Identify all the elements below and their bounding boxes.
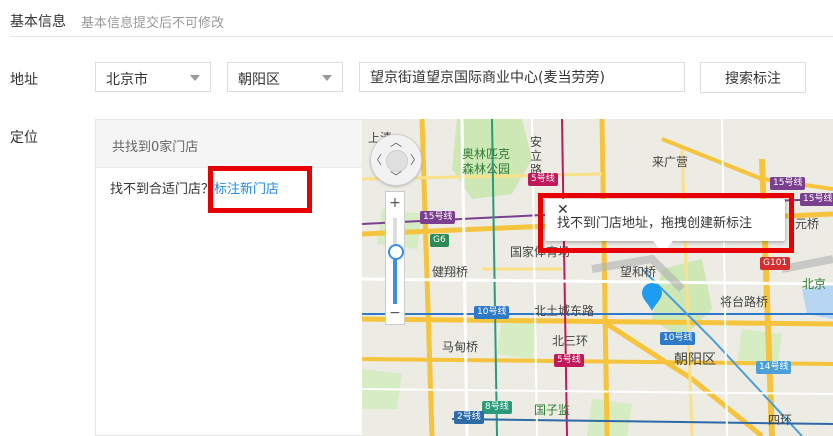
close-icon[interactable]: ✕ — [557, 202, 777, 218]
zoom-in-button[interactable]: + — [386, 196, 404, 210]
city-select[interactable]: 北京市 — [95, 62, 211, 92]
subway-line-badge: 8号线 — [482, 401, 512, 414]
subway-line-badge: 15号线 — [800, 193, 833, 206]
section-header: 基本信息 基本信息提交后不可修改 — [10, 0, 833, 37]
map-place-label: 将台路桥 — [720, 295, 769, 309]
add-new-store-link[interactable]: 标注新门店 — [214, 182, 279, 197]
subway-line-badge: 10号线 — [660, 332, 696, 345]
map-place-label: 国家体育场 — [510, 245, 571, 259]
map-place-label: 森林公园 — [462, 162, 511, 176]
subway-line-badge: 14号线 — [756, 361, 792, 374]
section-subtitle: 基本信息提交后不可修改 — [81, 16, 225, 31]
map-place-label: 四环 — [768, 413, 793, 427]
pan-right-icon[interactable]: 〉 — [410, 154, 422, 166]
section-title: 基本信息 — [10, 14, 66, 30]
district-select-value: 朝阳区 — [238, 72, 280, 88]
address-label: 地址 — [10, 72, 38, 88]
map-place-label: 北土城东路 — [534, 304, 595, 318]
subway-line-badge: 5号线 — [528, 173, 558, 186]
subway-line-badge: 15号线 — [420, 211, 456, 224]
district-select[interactable]: 朝阳区 — [227, 62, 343, 92]
map-view[interactable]: 奥林匹克 森林公园 安 立 路 上清 来广营 国家体育场 健翔桥 望和桥 北京 … — [362, 119, 833, 436]
location-pin-icon[interactable] — [640, 283, 664, 313]
store-results-panel: 共找到0家门店 找不到合适门店？标注新门店 — [95, 119, 362, 436]
search-mark-button[interactable]: 搜索标注 — [700, 62, 806, 93]
results-header: 共找到0家门店 — [96, 120, 362, 168]
subway-line-badge: 10号线 — [474, 306, 510, 319]
pan-left-icon[interactable]: 〈 — [370, 154, 382, 166]
map-place-label: 北三环 — [552, 334, 589, 348]
city-select-value: 北京市 — [106, 72, 148, 88]
locate-label: 定位 — [10, 130, 38, 146]
map-place-label: 来广营 — [652, 155, 689, 169]
results-count-text: 共找到0家门店 — [112, 140, 199, 155]
subway-line-badge: 2号线 — [454, 411, 484, 424]
pan-down-icon[interactable]: ﹀ — [390, 171, 402, 183]
map-district-label: 朝阳区 — [674, 352, 716, 368]
map-zoom-control: + − — [385, 191, 405, 325]
subway-line-badge: 5号线 — [554, 354, 584, 367]
chevron-down-icon — [190, 75, 200, 81]
tooltip-tail — [653, 241, 673, 253]
chevron-down-icon — [322, 75, 332, 81]
not-found-text: 找不到合适门店？ — [110, 182, 215, 197]
zoom-slider-handle[interactable] — [388, 244, 404, 260]
map-place-label: 北京 — [802, 277, 827, 291]
map-place-label: 马甸桥 — [442, 340, 479, 354]
map-place-label: 元桥 — [795, 217, 820, 231]
pan-up-icon[interactable]: ︿ — [390, 136, 402, 148]
map-tooltip: 找不到门店地址，拖拽创建新标注 ✕ — [545, 199, 785, 253]
not-found-hint: 找不到合适门店？标注新门店 — [110, 178, 279, 197]
map-pan-control[interactable]: ︿ ﹀ 〈 〉 — [370, 134, 422, 186]
map-place-label: 国子监 — [534, 403, 571, 417]
street-address-input[interactable] — [359, 62, 685, 92]
pan-center — [386, 150, 408, 172]
highway-badge: G6 — [430, 234, 449, 247]
highway-badge: G101 — [760, 257, 791, 270]
map-place-label: 健翔桥 — [432, 265, 469, 279]
subway-line-badge: 15号线 — [770, 177, 806, 190]
zoom-out-button[interactable]: − — [386, 306, 404, 320]
map-place-label: 望和桥 — [620, 265, 657, 279]
